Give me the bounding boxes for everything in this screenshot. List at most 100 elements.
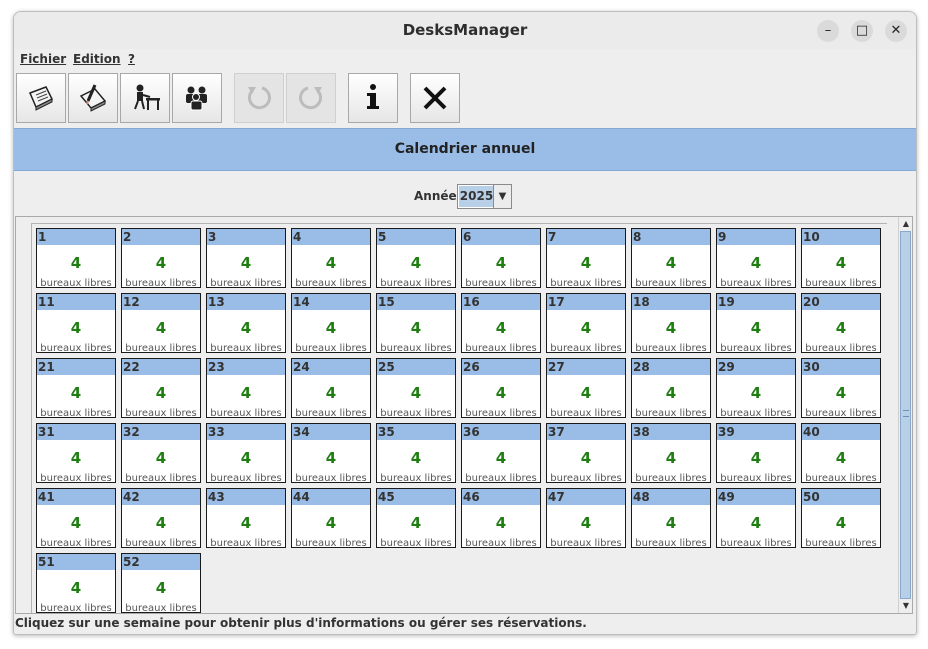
- free-desks-count: 4: [70, 514, 82, 532]
- week-cell[interactable]: 18 4 bureaux libres: [631, 293, 711, 353]
- week-cell[interactable]: 27 4 bureaux libres: [546, 358, 626, 418]
- week-cell[interactable]: 34 4 bureaux libres: [291, 423, 371, 483]
- week-cell[interactable]: 35 4 bureaux libres: [376, 423, 456, 483]
- week-cell[interactable]: 33 4 bureaux libres: [206, 423, 286, 483]
- week-number: 26: [463, 360, 480, 374]
- status-bar: Cliquez sur une semaine pour obtenir plu…: [15, 616, 587, 630]
- week-cell[interactable]: 24 4 bureaux libres: [291, 358, 371, 418]
- menu-help[interactable]: ?: [128, 52, 135, 66]
- week-cell[interactable]: 8 4 bureaux libres: [631, 228, 711, 288]
- undo-icon: [247, 86, 271, 110]
- week-cell[interactable]: 48 4 bureaux libres: [631, 488, 711, 548]
- scroll-up-icon[interactable]: ▲: [899, 217, 912, 231]
- menu-edition[interactable]: Edition: [73, 52, 121, 66]
- week-cell[interactable]: 46 4 bureaux libres: [461, 488, 541, 548]
- info-button[interactable]: [348, 73, 398, 123]
- week-cell[interactable]: 47 4 bureaux libres: [546, 488, 626, 548]
- minimize-button[interactable]: –: [817, 20, 839, 42]
- redo-icon: [299, 86, 323, 110]
- reservation-button[interactable]: [68, 73, 118, 123]
- free-desks-label: bureaux libres: [550, 278, 622, 288]
- week-cell[interactable]: 52 4 bureaux libres: [121, 553, 201, 613]
- users-button[interactable]: [172, 73, 222, 123]
- free-desks-count: 4: [750, 254, 762, 272]
- week-cell[interactable]: 42 4 bureaux libres: [121, 488, 201, 548]
- week-cell[interactable]: 32 4 bureaux libres: [121, 423, 201, 483]
- week-cell[interactable]: 50 4 bureaux libres: [801, 488, 881, 548]
- week-cell[interactable]: 22 4 bureaux libres: [121, 358, 201, 418]
- week-cell[interactable]: 1 4 bureaux libres: [36, 228, 116, 288]
- week-cell[interactable]: 49 4 bureaux libres: [716, 488, 796, 548]
- chevron-down-icon[interactable]: ▼: [493, 185, 511, 208]
- close-x-icon: [423, 86, 447, 110]
- vertical-scrollbar[interactable]: ▲ ▼: [898, 217, 912, 613]
- redo-button[interactable]: [286, 73, 336, 123]
- weeks-scroll-pane[interactable]: 1 4 bureaux libres 2 4 bureaux libres 3 4 bureau…: [15, 216, 913, 614]
- week-cell[interactable]: 37 4 bureaux libres: [546, 423, 626, 483]
- week-cell[interactable]: 12 4 bureaux libres: [121, 293, 201, 353]
- free-desks-label: bureaux libres: [210, 473, 282, 483]
- week-cell[interactable]: 11 4 bureaux libres: [36, 293, 116, 353]
- week-cell[interactable]: 10 4 bureaux libres: [801, 228, 881, 288]
- week-cell[interactable]: 41 4 bureaux libres: [36, 488, 116, 548]
- week-cell[interactable]: 4 4 bureaux libres: [291, 228, 371, 288]
- week-cell[interactable]: 20 4 bureaux libres: [801, 293, 881, 353]
- free-desks-count: 4: [835, 319, 847, 337]
- desks-button[interactable]: [120, 73, 170, 123]
- menu-fichier[interactable]: Fichier: [20, 52, 66, 66]
- week-cell[interactable]: 28 4 bureaux libres: [631, 358, 711, 418]
- week-cell[interactable]: 39 4 bureaux libres: [716, 423, 796, 483]
- week-cell[interactable]: 23 4 bureaux libres: [206, 358, 286, 418]
- week-cell[interactable]: 43 4 bureaux libres: [206, 488, 286, 548]
- week-cell[interactable]: 29 4 bureaux libres: [716, 358, 796, 418]
- free-desks-count: 4: [70, 579, 82, 597]
- notepad-pencil-icon: [79, 84, 107, 112]
- week-cell[interactable]: 5 4 bureaux libres: [376, 228, 456, 288]
- scrollbar-thumb[interactable]: [900, 231, 911, 599]
- week-cell[interactable]: 7 4 bureaux libres: [546, 228, 626, 288]
- week-cell[interactable]: 25 4 bureaux libres: [376, 358, 456, 418]
- week-cell[interactable]: 17 4 bureaux libres: [546, 293, 626, 353]
- week-cell[interactable]: 44 4 bureaux libres: [291, 488, 371, 548]
- free-desks-label: bureaux libres: [295, 473, 367, 483]
- week-cell[interactable]: 51 4 bureaux libres: [36, 553, 116, 613]
- undo-button[interactable]: [234, 73, 284, 123]
- year-select[interactable]: 2025 ▼: [457, 184, 512, 209]
- week-cell[interactable]: 36 4 bureaux libres: [461, 423, 541, 483]
- week-cell[interactable]: 21 4 bureaux libres: [36, 358, 116, 418]
- week-cell[interactable]: 16 4 bureaux libres: [461, 293, 541, 353]
- week-cell[interactable]: 30 4 bureaux libres: [801, 358, 881, 418]
- week-cell[interactable]: 45 4 bureaux libres: [376, 488, 456, 548]
- week-cell[interactable]: 14 4 bureaux libres: [291, 293, 371, 353]
- week-number: 4: [293, 230, 302, 244]
- week-number: 45: [378, 490, 395, 504]
- week-cell[interactable]: 15 4 bureaux libres: [376, 293, 456, 353]
- free-desks-count: 4: [495, 384, 507, 402]
- free-desks-count: 4: [155, 254, 167, 272]
- week-number: 32: [123, 425, 140, 439]
- maximize-button[interactable]: □: [851, 20, 873, 42]
- week-cell[interactable]: 3 4 bureaux libres: [206, 228, 286, 288]
- week-cell[interactable]: 2 4 bureaux libres: [121, 228, 201, 288]
- week-cell[interactable]: 38 4 bureaux libres: [631, 423, 711, 483]
- week-cell-header: [37, 229, 115, 245]
- week-cell[interactable]: 6 4 bureaux libres: [461, 228, 541, 288]
- week-cell[interactable]: 9 4 bureaux libres: [716, 228, 796, 288]
- week-cell[interactable]: 40 4 bureaux libres: [801, 423, 881, 483]
- close-window-button[interactable]: ✕: [885, 20, 907, 42]
- week-number: 48: [633, 490, 650, 504]
- free-desks-count: 4: [665, 319, 677, 337]
- week-cell[interactable]: 13 4 bureaux libres: [206, 293, 286, 353]
- week-cell-header: [632, 229, 710, 245]
- free-desks-label: bureaux libres: [380, 473, 452, 483]
- scroll-down-icon[interactable]: ▼: [899, 599, 912, 613]
- free-desks-label: bureaux libres: [805, 343, 877, 353]
- title-bar[interactable]: DesksManager – □ ✕: [14, 12, 916, 50]
- week-cell[interactable]: 26 4 bureaux libres: [461, 358, 541, 418]
- free-desks-count: 4: [410, 254, 422, 272]
- free-desks-label: bureaux libres: [465, 278, 537, 288]
- quit-button[interactable]: [410, 73, 460, 123]
- agenda-button[interactable]: [16, 73, 66, 123]
- week-cell[interactable]: 31 4 bureaux libres: [36, 423, 116, 483]
- week-cell[interactable]: 19 4 bureaux libres: [716, 293, 796, 353]
